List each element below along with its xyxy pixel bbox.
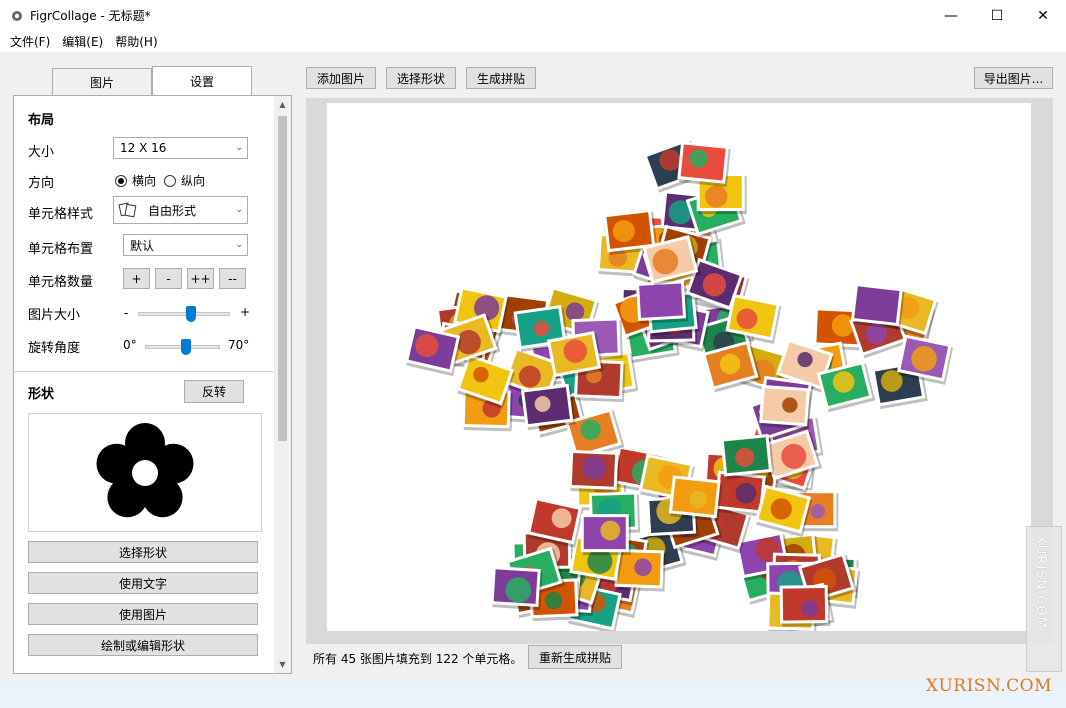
- collage-photo: [759, 384, 812, 430]
- side-watermark: XURISN.COM: [1026, 526, 1062, 672]
- use-text-button[interactable]: 使用文字: [28, 572, 258, 594]
- title-bar: FigrCollage - 无标题* — ☐ ✕: [0, 0, 1066, 31]
- shape-section-title: 形状: [28, 387, 55, 402]
- use-image-button[interactable]: 使用图片: [28, 603, 258, 625]
- collage-photo: [779, 584, 831, 627]
- cell-count-add-many-button[interactable]: ++: [187, 268, 214, 289]
- radio-checked-icon: [115, 174, 127, 187]
- orientation-portrait-label: 纵向: [181, 174, 206, 188]
- tab-pictures[interactable]: 图片: [52, 68, 152, 95]
- scroll-up-icon[interactable]: ▲: [274, 96, 291, 113]
- menu-file[interactable]: 文件(F): [4, 33, 56, 50]
- select-shape-toolbar-button[interactable]: 选择形状: [386, 67, 456, 89]
- scrollbar-thumb[interactable]: [278, 116, 287, 441]
- cell-count-remove-many-button[interactable]: --: [219, 268, 246, 289]
- cell-style-label: 单元格样式: [28, 207, 94, 222]
- flower-icon: [96, 423, 194, 518]
- cell-count-remove-button[interactable]: -: [155, 268, 182, 289]
- slider-thumb[interactable]: [185, 306, 196, 322]
- collage-photo: [490, 566, 543, 611]
- rotation-slider[interactable]: [145, 339, 220, 355]
- scroll-down-icon[interactable]: ▼: [274, 656, 291, 673]
- chevron-down-icon: ⌄: [235, 240, 243, 250]
- regenerate-collage-button[interactable]: 重新生成拼贴: [528, 645, 622, 669]
- side-watermark-text: XURISN.COM: [1033, 535, 1048, 629]
- collage-photo: [568, 449, 621, 493]
- tab-settings[interactable]: 设置: [152, 66, 252, 95]
- chevron-down-icon: ⌄: [235, 205, 243, 215]
- minimize-button[interactable]: —: [928, 0, 974, 31]
- status-strip: [0, 682, 1066, 708]
- freeform-cells-icon: [118, 202, 137, 218]
- menu-bar: 文件(F) 编辑(E) 帮助(H): [0, 31, 1066, 52]
- settings-scrollbar[interactable]: ▲ ▼: [274, 96, 291, 673]
- slider-track: [138, 312, 230, 316]
- cell-arrangement-value: 默认: [130, 238, 155, 253]
- app-logo-icon: [12, 10, 22, 21]
- collage-photo: [580, 514, 631, 556]
- cell-arrangement-select[interactable]: 默认 ⌄: [123, 234, 248, 256]
- cell-count-label: 单元格数量: [28, 275, 94, 290]
- cell-arrangement-label: 单元格布置: [28, 242, 94, 257]
- shape-preview: [28, 413, 262, 532]
- picture-size-max: +: [240, 305, 251, 319]
- layout-section-title: 布局: [28, 113, 55, 128]
- select-shape-button[interactable]: 选择形状: [28, 541, 258, 563]
- slider-thumb[interactable]: [180, 339, 191, 355]
- collage-photo: [720, 434, 775, 480]
- chevron-down-icon: ⌄: [235, 143, 243, 153]
- rotation-max: 70°: [228, 338, 250, 352]
- size-select-value: 12 X 16: [120, 141, 167, 155]
- radio-unchecked-icon: [164, 174, 177, 187]
- collage-photo: [668, 475, 723, 522]
- rotation-min: 0°: [123, 338, 137, 352]
- picture-size-min: -: [124, 306, 129, 320]
- section-divider: [14, 371, 276, 372]
- collage-photo: [850, 282, 905, 330]
- size-select[interactable]: 12 X 16 ⌄: [113, 137, 248, 159]
- orientation-label: 方向: [28, 176, 55, 191]
- collage-photo: [635, 280, 689, 324]
- settings-panel: 布局 大小 12 X 16 ⌄ 方向 横向 纵向 单元格样式 自由形式 ⌄ 单元…: [13, 95, 292, 674]
- orientation-landscape-radio[interactable]: 横向: [115, 172, 156, 189]
- menu-help[interactable]: 帮助(H): [109, 33, 163, 50]
- orientation-radio-group: 横向 纵向: [115, 172, 213, 189]
- collage-preview: [404, 138, 954, 631]
- collage-canvas[interactable]: [327, 103, 1031, 631]
- export-image-button[interactable]: 导出图片...: [974, 67, 1053, 89]
- maximize-button[interactable]: ☐: [974, 0, 1020, 31]
- invert-shape-button[interactable]: 反转: [184, 380, 244, 403]
- watermark: XURISN.COM: [925, 676, 1052, 696]
- canvas-area: [306, 98, 1053, 644]
- rotation-label: 旋转角度: [28, 341, 81, 356]
- collage-photo: [520, 383, 576, 431]
- window-title: FigrCollage - 无标题*: [30, 9, 151, 23]
- orientation-landscape-label: 横向: [132, 174, 157, 188]
- picture-size-slider[interactable]: [138, 306, 230, 322]
- draw-edit-shape-button[interactable]: 绘制或编辑形状: [28, 634, 258, 656]
- orientation-portrait-radio[interactable]: 纵向: [164, 172, 205, 189]
- cell-style-value: 自由形式: [148, 203, 197, 218]
- menu-edit[interactable]: 编辑(E): [56, 33, 109, 50]
- tab-strip: 图片 设置: [52, 66, 252, 96]
- status-message: 所有 45 张图片填充到 122 个单元格。: [313, 652, 523, 666]
- cell-count-add-button[interactable]: +: [123, 268, 150, 289]
- close-button[interactable]: ✕: [1020, 0, 1066, 31]
- picture-size-label: 图片大小: [28, 308, 81, 323]
- generate-collage-button[interactable]: 生成拼贴: [466, 67, 536, 89]
- collage-photo: [677, 141, 731, 187]
- add-pictures-button[interactable]: 添加图片: [306, 67, 376, 89]
- work-area: 图片 设置 布局 大小 12 X 16 ⌄ 方向 横向 纵向 单元格样式 自由形…: [0, 52, 1066, 682]
- cell-style-select[interactable]: 自由形式 ⌄: [113, 196, 248, 224]
- size-label: 大小: [28, 145, 55, 160]
